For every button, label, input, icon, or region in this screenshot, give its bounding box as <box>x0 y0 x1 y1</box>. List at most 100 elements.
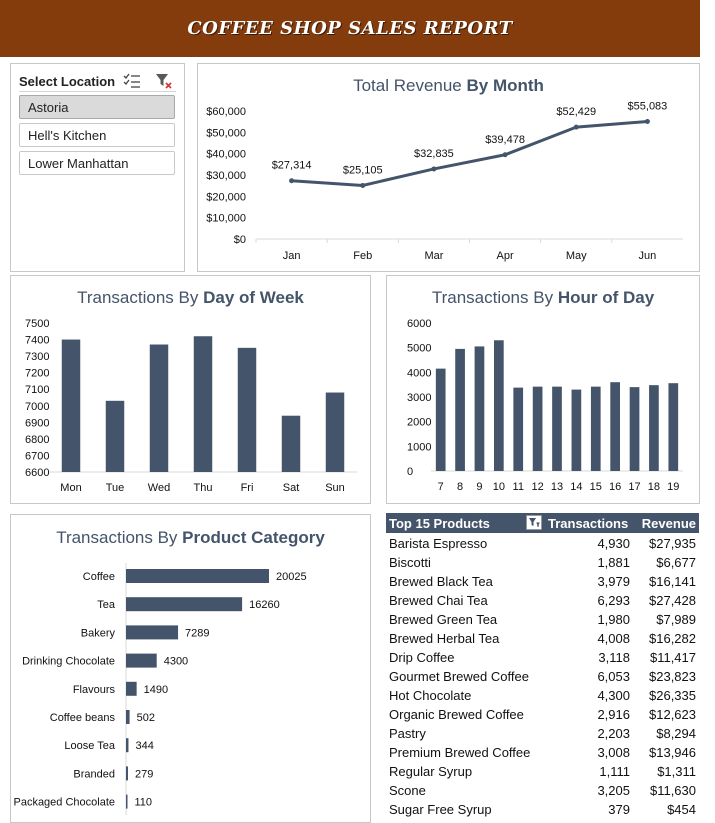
transactions-value: 3,205 <box>597 783 630 798</box>
category-label: Coffee beans <box>50 712 116 724</box>
slicer-item-astoria[interactable]: Astoria <box>19 95 175 119</box>
dow-chart-panel: Transactions By Day of Week 6600 6700 6800… <box>10 275 371 504</box>
revenue-value: $1,311 <box>657 764 696 779</box>
table-row: Brewed Green Tea 1,980 $7,989 <box>386 610 699 629</box>
x-tick-label: Fri <box>241 482 254 494</box>
data-point <box>573 124 579 130</box>
x-tick-label: 11 <box>513 481 524 493</box>
table-header: Top 15 Products Transactions Revenue <box>386 513 699 533</box>
y-tick-label: 7500 <box>25 318 49 330</box>
transactions-value: 6,293 <box>597 593 630 608</box>
product-name: Barista Espresso <box>389 536 488 551</box>
revenue-value: $27,935 <box>649 536 696 551</box>
data-label: 7289 <box>185 627 209 639</box>
bar <box>126 681 137 696</box>
slicer-item-hells-kitchen[interactable]: Hell's Kitchen <box>19 123 175 147</box>
bar <box>455 348 465 471</box>
bar <box>237 347 257 472</box>
x-tick-label: May <box>566 250 587 262</box>
transactions-value: 379 <box>608 802 630 817</box>
category-label: Loose Tea <box>64 740 115 752</box>
x-tick-label: 12 <box>531 481 543 493</box>
bar <box>126 710 130 724</box>
x-tick-label: Sat <box>283 482 300 494</box>
x-tick-label: 17 <box>628 481 640 493</box>
revenue-value: $16,141 <box>649 574 696 589</box>
data-point <box>360 182 366 188</box>
bar <box>126 625 179 640</box>
product-name: Brewed Black Tea <box>389 574 493 589</box>
data-label: 279 <box>135 768 153 780</box>
transactions-value: 4,008 <box>597 631 630 646</box>
x-tick-label: Mon <box>60 482 81 494</box>
table-row: Pastry 2,203 $8,294 <box>386 724 699 743</box>
header-transactions: Transactions <box>548 516 629 531</box>
filter-icon[interactable] <box>526 515 542 530</box>
slicer-header: Select Location <box>19 70 176 92</box>
dow-bar-chart: 6600 6700 6800 6900 7000 7100 7200 7300 7400 7500… <box>25 318 357 494</box>
x-tick-label: 15 <box>590 481 602 493</box>
data-label: 344 <box>135 740 153 752</box>
product-name: Gourmet Brewed Coffee <box>389 669 529 684</box>
x-tick-label: 8 <box>457 481 463 493</box>
report-title: COFFEE SHOP SALES REPORT <box>187 18 513 39</box>
bar <box>126 794 128 809</box>
product-name: Regular Syrup <box>389 764 473 779</box>
product-name: Organic Brewed Coffee <box>389 707 524 722</box>
y-tick-label: 0 <box>407 466 413 478</box>
x-tick-label: Jun <box>639 250 657 262</box>
bar <box>105 400 125 472</box>
bar <box>61 339 81 472</box>
x-tick-label: 16 <box>609 481 621 493</box>
y-tick-label: 7000 <box>25 401 49 413</box>
category-label: Bakery <box>81 627 116 639</box>
table-row: Drip Coffee 3,118 $11,417 <box>386 648 699 667</box>
data-label: $55,083 <box>628 100 668 112</box>
transactions-value: 2,203 <box>597 726 630 741</box>
table-row: Scone 3,205 $11,630 <box>386 781 699 800</box>
data-label: 16260 <box>249 599 280 611</box>
clear-filter-icon[interactable] <box>155 72 173 90</box>
x-tick-label: 10 <box>493 481 505 493</box>
table-row: Gourmet Brewed Coffee 6,053 $23,823 <box>386 667 699 686</box>
y-tick-label: 3000 <box>407 392 431 404</box>
product-name: Sugar Free Syrup <box>389 802 492 817</box>
product-name: Biscotti <box>389 555 431 570</box>
transactions-value: 6,053 <box>597 669 630 684</box>
bar <box>193 336 213 472</box>
location-slicer: Select Location Astoria Hell's Kitchen L… <box>10 63 185 272</box>
product-name: Hot Chocolate <box>389 688 472 703</box>
slicer-item-lower-manhattan[interactable]: Lower Manhattan <box>19 151 175 175</box>
y-tick-label: 7200 <box>25 368 49 380</box>
revenue-value: $13,946 <box>649 745 696 760</box>
y-tick-label: 2000 <box>407 417 431 429</box>
revenue-value: $11,630 <box>649 783 696 798</box>
slicer-title: Select Location <box>19 74 116 89</box>
revenue-value: $26,335 <box>649 688 696 703</box>
x-tick-label: 14 <box>570 481 582 493</box>
data-point <box>431 166 437 172</box>
bar <box>126 738 129 753</box>
revenue-chart-panel: Total Revenue By Month $0 $10,000 $20,000 $… <box>197 63 700 272</box>
revenue-value: $8,294 <box>656 726 696 741</box>
transactions-value: 3,008 <box>597 745 630 760</box>
y-tick-label: $50,000 <box>206 127 246 139</box>
category-label: Drinking Chocolate <box>22 656 115 668</box>
bar <box>126 597 243 612</box>
bar <box>435 368 446 471</box>
table-row: Sugar Free Syrup 379 $454 <box>386 800 699 819</box>
table-row: Hot Chocolate 4,300 $26,335 <box>386 686 699 705</box>
multi-select-icon[interactable] <box>123 72 141 90</box>
data-point <box>644 118 650 124</box>
bar <box>474 346 485 471</box>
product-name: Scone <box>389 783 426 798</box>
table-row: Premium Brewed Coffee 3,008 $13,946 <box>386 743 699 762</box>
table-row: Brewed Herbal Tea 4,008 $16,282 <box>386 629 699 648</box>
transactions-value: 3,118 <box>598 650 630 665</box>
bar <box>649 385 659 471</box>
y-tick-label: 6600 <box>25 467 49 479</box>
x-tick-label: 7 <box>438 481 444 493</box>
product-name: Drip Coffee <box>389 650 455 665</box>
y-tick-label: 5000 <box>407 343 431 355</box>
report-banner: COFFEE SHOP SALES REPORT <box>0 0 700 57</box>
